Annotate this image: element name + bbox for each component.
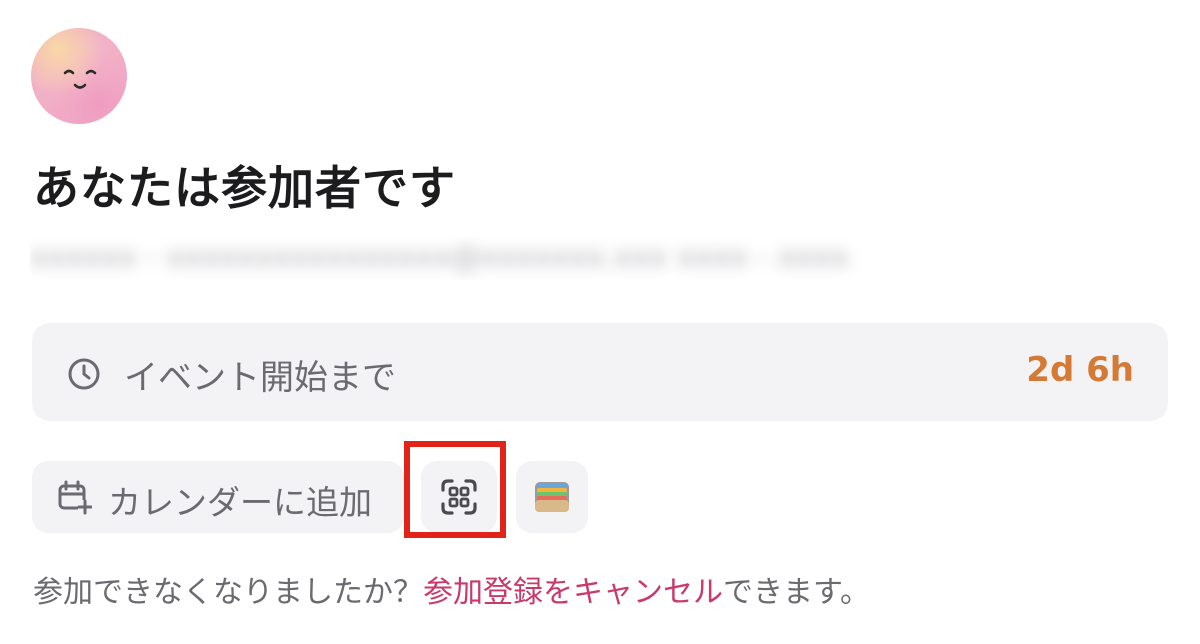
add-to-wallet-button[interactable] <box>516 461 588 533</box>
add-to-calendar-label: カレンダーに追加 <box>108 483 372 522</box>
cancel-registration-link[interactable]: 参加登録をキャンセル <box>423 575 723 610</box>
add-to-calendar-button[interactable]: カレンダーに追加 <box>32 461 404 533</box>
registered-email-blurred: xxxxxx - xxxxxxxxxxxxxxxx@xxxxxxx.xxx xx… <box>30 240 850 275</box>
cancel-note-suffix: できます。 <box>723 575 870 610</box>
cancel-note-prefix: 参加できなくなりましたか？ <box>33 575 423 610</box>
qr-button-highlight-frame <box>404 441 506 538</box>
cancel-registration-note: 参加できなくなりましたか？参加登録をキャンセルできます。 <box>33 567 870 611</box>
avatar <box>31 28 127 124</box>
page-title: あなたは参加者です <box>33 161 456 215</box>
wallet-icon <box>535 482 569 512</box>
clock-icon <box>68 358 100 390</box>
event-countdown-bar: イベント開始まで 2d 6h <box>32 323 1168 421</box>
smiley-face-icon <box>63 69 97 89</box>
calendar-add-icon <box>58 480 92 515</box>
countdown-label: イベント開始まで <box>124 358 396 398</box>
countdown-value: 2d 6h <box>1026 350 1134 390</box>
